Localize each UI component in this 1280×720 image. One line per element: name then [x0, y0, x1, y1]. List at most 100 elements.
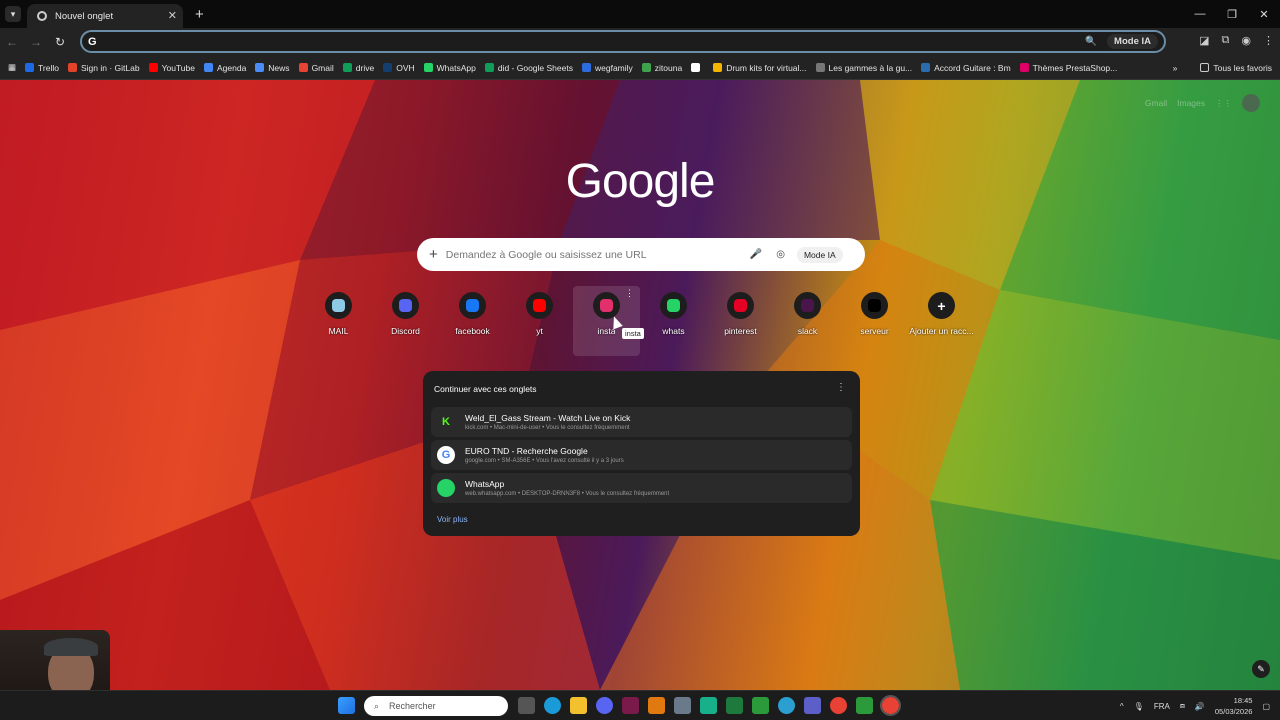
- shortcut-slack[interactable]: slack: [774, 286, 841, 356]
- continue-tab-row[interactable]: K Weld_El_Gass Stream - Watch Live on Kic…: [431, 407, 852, 437]
- bookmark-item[interactable]: Les gammes à la gu...: [815, 63, 912, 73]
- restore-icon[interactable]: ❐: [1216, 8, 1248, 21]
- bookmark-item[interactable]: drive: [342, 63, 374, 73]
- chevron-up-icon[interactable]: ^: [1120, 702, 1124, 711]
- continue-tab-text: Weld_El_Gass Stream - Watch Live on Kick…: [465, 413, 630, 431]
- ntp-background: Gmail Images ⋮⋮ Google + 🎤 ◎ Mode IA MAI…: [0, 80, 1280, 690]
- bookmark-label: Gmail: [311, 62, 334, 73]
- ai-mode-button[interactable]: Mode IA: [1107, 34, 1158, 49]
- bookmark-item[interactable]: [691, 63, 704, 73]
- bookmark-item[interactable]: Drum kits for virtual...: [713, 63, 807, 73]
- bookmark-favicon-icon: [581, 63, 591, 72]
- tab-search-icon[interactable]: ▾: [5, 6, 21, 22]
- shortcut-whats[interactable]: whats: [640, 286, 707, 356]
- shortcut-mail[interactable]: MAIL: [305, 286, 372, 356]
- bookmark-item[interactable]: Sign in · GitLab: [67, 63, 140, 73]
- webcam-person-cap: [44, 638, 98, 656]
- explorer-icon[interactable]: [570, 697, 587, 714]
- forward-icon[interactable]: →: [24, 35, 48, 49]
- bookmark-item[interactable]: wegfamily: [581, 63, 633, 73]
- search-input[interactable]: [445, 248, 736, 261]
- reload-icon[interactable]: ↻: [48, 35, 72, 49]
- shortcut-ajouter-un-racc[interactable]: + Ajouter un racc...: [908, 286, 975, 356]
- close-window-icon[interactable]: ✕: [1248, 8, 1280, 21]
- ai-mode-search-button[interactable]: Mode IA: [796, 246, 843, 263]
- search-icon[interactable]: 🔍: [1085, 36, 1097, 47]
- network-icon[interactable]: ⧈: [1180, 701, 1185, 711]
- account-avatar[interactable]: [1242, 94, 1260, 112]
- taskbar-pinned: [518, 695, 901, 716]
- all-bookmarks-folder[interactable]: Tous les favoris: [1200, 63, 1272, 73]
- app-icon[interactable]: [648, 697, 665, 714]
- google-apps-icon[interactable]: ⋮⋮: [1215, 98, 1232, 109]
- clock[interactable]: 18:45 05/03/2026: [1215, 695, 1253, 717]
- lens-icon[interactable]: ◎: [776, 249, 785, 260]
- app-icon[interactable]: [856, 697, 873, 714]
- bookmark-item[interactable]: OVH: [383, 63, 415, 73]
- shortcut-more-icon[interactable]: ⋮: [625, 288, 634, 299]
- shortcut-facebook[interactable]: facebook: [439, 286, 506, 356]
- bookmark-item[interactable]: did - Google Sheets: [484, 62, 573, 73]
- bookmark-item[interactable]: WhatsApp: [423, 63, 476, 73]
- windows-start-icon[interactable]: [338, 697, 355, 714]
- shortcut-tile: [861, 292, 888, 319]
- bookmark-item[interactable]: YouTube: [148, 63, 195, 73]
- apps-icon[interactable]: ▦: [8, 62, 16, 73]
- top-links: Gmail Images ⋮⋮: [1145, 94, 1260, 112]
- address-bar[interactable]: G 🔍 Mode IA: [80, 30, 1166, 53]
- bookmark-item[interactable]: Trello: [25, 63, 59, 73]
- teams-icon[interactable]: [804, 697, 821, 714]
- continue-tab-row[interactable]: G EURO TND - Recherche Google google.com •…: [431, 440, 852, 470]
- calculator-icon[interactable]: [674, 697, 691, 714]
- back-icon[interactable]: ←: [0, 35, 24, 49]
- shortcut-pinterest[interactable]: pinterest: [707, 286, 774, 356]
- chrome-icon[interactable]: [830, 697, 847, 714]
- bookmark-item[interactable]: News: [255, 63, 290, 73]
- minimize-icon[interactable]: —: [1184, 8, 1216, 20]
- continue-tab-title: EURO TND - Recherche Google: [465, 446, 588, 456]
- shortcut-serveur[interactable]: serveur: [841, 286, 908, 356]
- shortcut-yt[interactable]: yt: [506, 286, 573, 356]
- continue-tab-row[interactable]: WhatsApp web.whatsapp.com • DESKTOP-DRNN3…: [431, 473, 852, 503]
- bookmarks-list: Trello Sign in · GitLab YouTube Agenda News G…: [16, 63, 1117, 73]
- notification-icon[interactable]: ▢: [1262, 702, 1270, 711]
- bookmark-label: did - Google Sheets: [497, 62, 573, 73]
- bookmarks-overflow-icon[interactable]: »: [1173, 63, 1178, 73]
- close-tab-icon[interactable]: ✕: [168, 9, 177, 22]
- bookmark-item[interactable]: Gmail: [298, 62, 334, 73]
- bookmark-item[interactable]: Thèmes PrestaShop...: [1019, 63, 1117, 73]
- taskbar-search[interactable]: ⌕ Rechercher: [364, 696, 508, 716]
- search-box[interactable]: + 🎤 ◎ Mode IA: [417, 238, 865, 271]
- excel-icon[interactable]: [726, 697, 743, 714]
- mic-icon[interactable]: 🎙: [1134, 702, 1144, 711]
- task-view-icon[interactable]: [518, 697, 535, 714]
- mic-icon[interactable]: 🎤: [750, 249, 762, 260]
- shortcut-discord[interactable]: Discord: [372, 286, 439, 356]
- extension-icon[interactable]: ◪: [1199, 34, 1209, 47]
- see-more-link[interactable]: Voir plus: [437, 515, 468, 524]
- bookmark-item[interactable]: Accord Guitare : Bm: [921, 63, 1011, 73]
- bookmark-item[interactable]: zitouna: [641, 63, 682, 73]
- edge-icon[interactable]: [544, 697, 561, 714]
- language-indicator[interactable]: FRA: [1154, 702, 1170, 711]
- profile-icon[interactable]: ◉: [1241, 34, 1251, 47]
- shortcut-insta[interactable]: insta ⋮: [573, 286, 640, 356]
- gmail-link[interactable]: Gmail: [1145, 98, 1167, 108]
- more-vert-icon[interactable]: ⋮: [1263, 34, 1274, 47]
- chrome-active-icon[interactable]: [880, 695, 901, 716]
- plus-icon[interactable]: +: [429, 246, 438, 263]
- new-tab-button[interactable]: +: [195, 6, 204, 23]
- app-icon[interactable]: [778, 697, 795, 714]
- discord-icon[interactable]: [596, 697, 613, 714]
- app-icon[interactable]: [700, 697, 717, 714]
- panel-more-icon[interactable]: ⋮: [836, 382, 846, 393]
- customize-pencil-icon[interactable]: ✎: [1252, 660, 1270, 678]
- tab-new-tab[interactable]: Nouvel onglet ✕: [27, 4, 183, 28]
- app-icon[interactable]: [752, 697, 769, 714]
- puzzle-icon[interactable]: ⧉: [1222, 34, 1230, 47]
- shortcut-label: yt: [536, 326, 543, 336]
- volume-icon[interactable]: 🔊: [1195, 702, 1205, 711]
- bookmark-item[interactable]: Agenda: [203, 63, 246, 73]
- images-link[interactable]: Images: [1177, 98, 1205, 108]
- app-icon[interactable]: [622, 697, 639, 714]
